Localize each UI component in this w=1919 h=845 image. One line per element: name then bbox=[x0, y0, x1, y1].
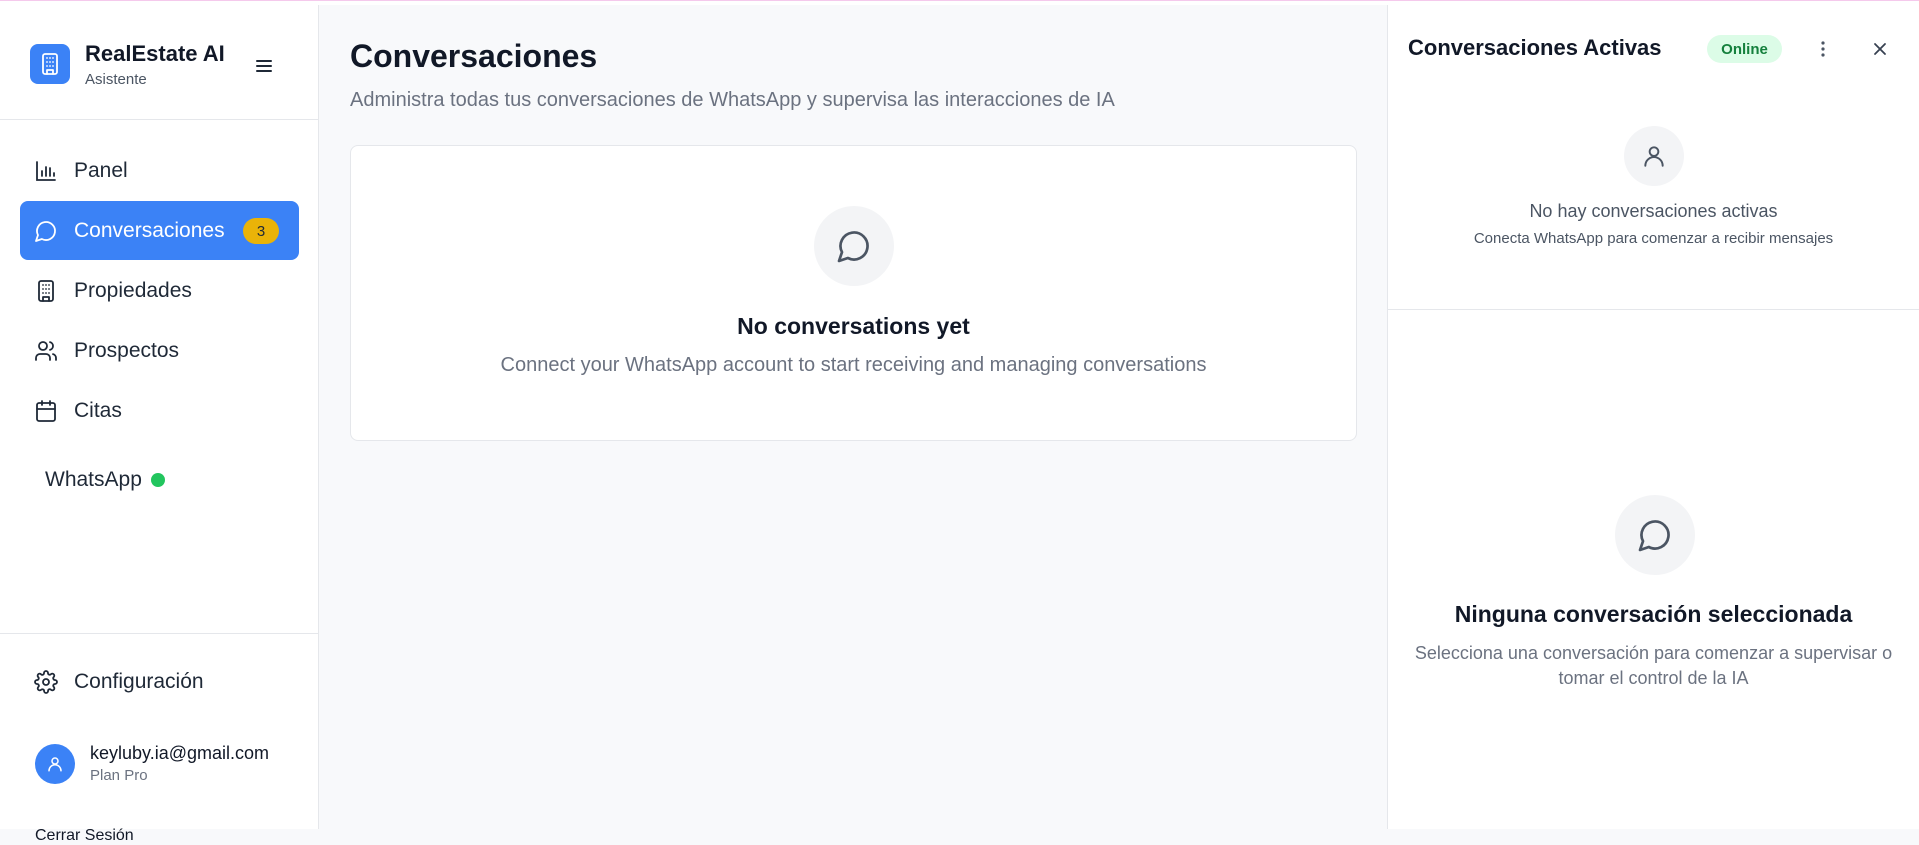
sidebar: RealEstate AI Asistente Panel Conversaci… bbox=[0, 5, 319, 844]
panel-title: Conversaciones Activas bbox=[1408, 35, 1662, 60]
message-circle-icon bbox=[814, 206, 894, 286]
user-profile[interactable]: keyluby.ia@gmail.com Plan Pro bbox=[35, 743, 269, 784]
menu-toggle-button[interactable] bbox=[250, 54, 278, 78]
bar-chart-icon bbox=[34, 159, 58, 183]
sidebar-item-label: Prospectos bbox=[74, 338, 180, 362]
users-icon bbox=[34, 339, 58, 363]
building-icon bbox=[34, 279, 58, 303]
settings-label: Configuración bbox=[74, 670, 204, 693]
message-circle-icon bbox=[1615, 495, 1695, 575]
message-circle-icon bbox=[34, 219, 58, 243]
sidebar-item-propiedades[interactable]: Propiedades bbox=[20, 261, 299, 320]
page-subtitle: Administra todas tus conversaciones de W… bbox=[350, 89, 1115, 111]
brand-title: RealEstate AI bbox=[85, 41, 225, 66]
menu-icon bbox=[256, 60, 272, 72]
user-icon bbox=[1624, 126, 1684, 186]
more-options-button[interactable] bbox=[1808, 35, 1838, 63]
sidebar-item-panel[interactable]: Panel bbox=[20, 141, 299, 200]
gear-icon bbox=[34, 670, 58, 694]
building-icon bbox=[30, 44, 70, 84]
sidebar-item-label: Propiedades bbox=[74, 278, 192, 302]
close-icon bbox=[1874, 43, 1886, 55]
user-email: keyluby.ia@gmail.com bbox=[90, 743, 269, 763]
active-conversations-section: Conversaciones Activas Online No hay con… bbox=[1388, 5, 1919, 310]
status-dot bbox=[150, 473, 165, 487]
user-icon bbox=[48, 756, 62, 771]
empty-state-title: No conversations yet bbox=[737, 313, 970, 339]
active-conversations-panel: Conversaciones Activas Online No hay con… bbox=[1387, 5, 1919, 829]
user-plan: Plan Pro bbox=[90, 767, 148, 784]
sidebar-item-prospectos[interactable]: Prospectos bbox=[20, 321, 299, 380]
no-active-conversations-description: Conecta WhatsApp para comenzar a recibir… bbox=[1473, 230, 1834, 247]
sidebar-item-conversaciones[interactable]: Conversaciones 3 bbox=[20, 201, 299, 260]
app: RealEstate AI Asistente Panel Conversaci… bbox=[0, 5, 1919, 844]
sidebar-item-citas[interactable]: Citas bbox=[20, 381, 299, 440]
main-content: Conversaciones Administra todas tus conv… bbox=[320, 5, 1387, 829]
empty-state-description: Connect your WhatsApp account to start r… bbox=[500, 354, 1207, 376]
sidebar-footer: Configuración keyluby.ia@gmail.com Plan … bbox=[0, 633, 318, 844]
sidebar-item-label: Panel bbox=[74, 158, 128, 182]
no-selection-description: Selecciona una conversación para comenza… bbox=[1414, 643, 1893, 688]
settings-button[interactable]: Configuración bbox=[20, 656, 299, 708]
page-title: Conversaciones bbox=[350, 38, 598, 74]
whatsapp-status[interactable]: WhatsApp bbox=[45, 468, 165, 492]
status-badge: Online bbox=[1707, 35, 1782, 63]
close-button[interactable] bbox=[1865, 35, 1895, 63]
no-selection-title: Ninguna conversación seleccionada bbox=[1454, 601, 1853, 627]
count-badge: 3 bbox=[243, 218, 279, 244]
no-active-conversations-title: No hay conversaciones activas bbox=[1529, 201, 1778, 221]
calendar-icon bbox=[34, 399, 58, 423]
sidebar-item-label: Conversaciones bbox=[74, 218, 225, 242]
avatar bbox=[35, 743, 75, 784]
logout-button[interactable]: Cerrar Sesión bbox=[35, 827, 134, 845]
whatsapp-label: WhatsApp bbox=[45, 468, 142, 491]
brand-header: RealEstate AI Asistente bbox=[0, 5, 318, 120]
empty-state-card: No conversations yet Connect your WhatsA… bbox=[350, 145, 1357, 441]
sidebar-nav: Panel Conversaciones 3 Propiedades Prosp… bbox=[20, 141, 299, 441]
brand-subtitle: Asistente bbox=[85, 71, 147, 88]
more-vertical-icon bbox=[1821, 41, 1825, 57]
sidebar-item-label: Citas bbox=[74, 398, 122, 422]
